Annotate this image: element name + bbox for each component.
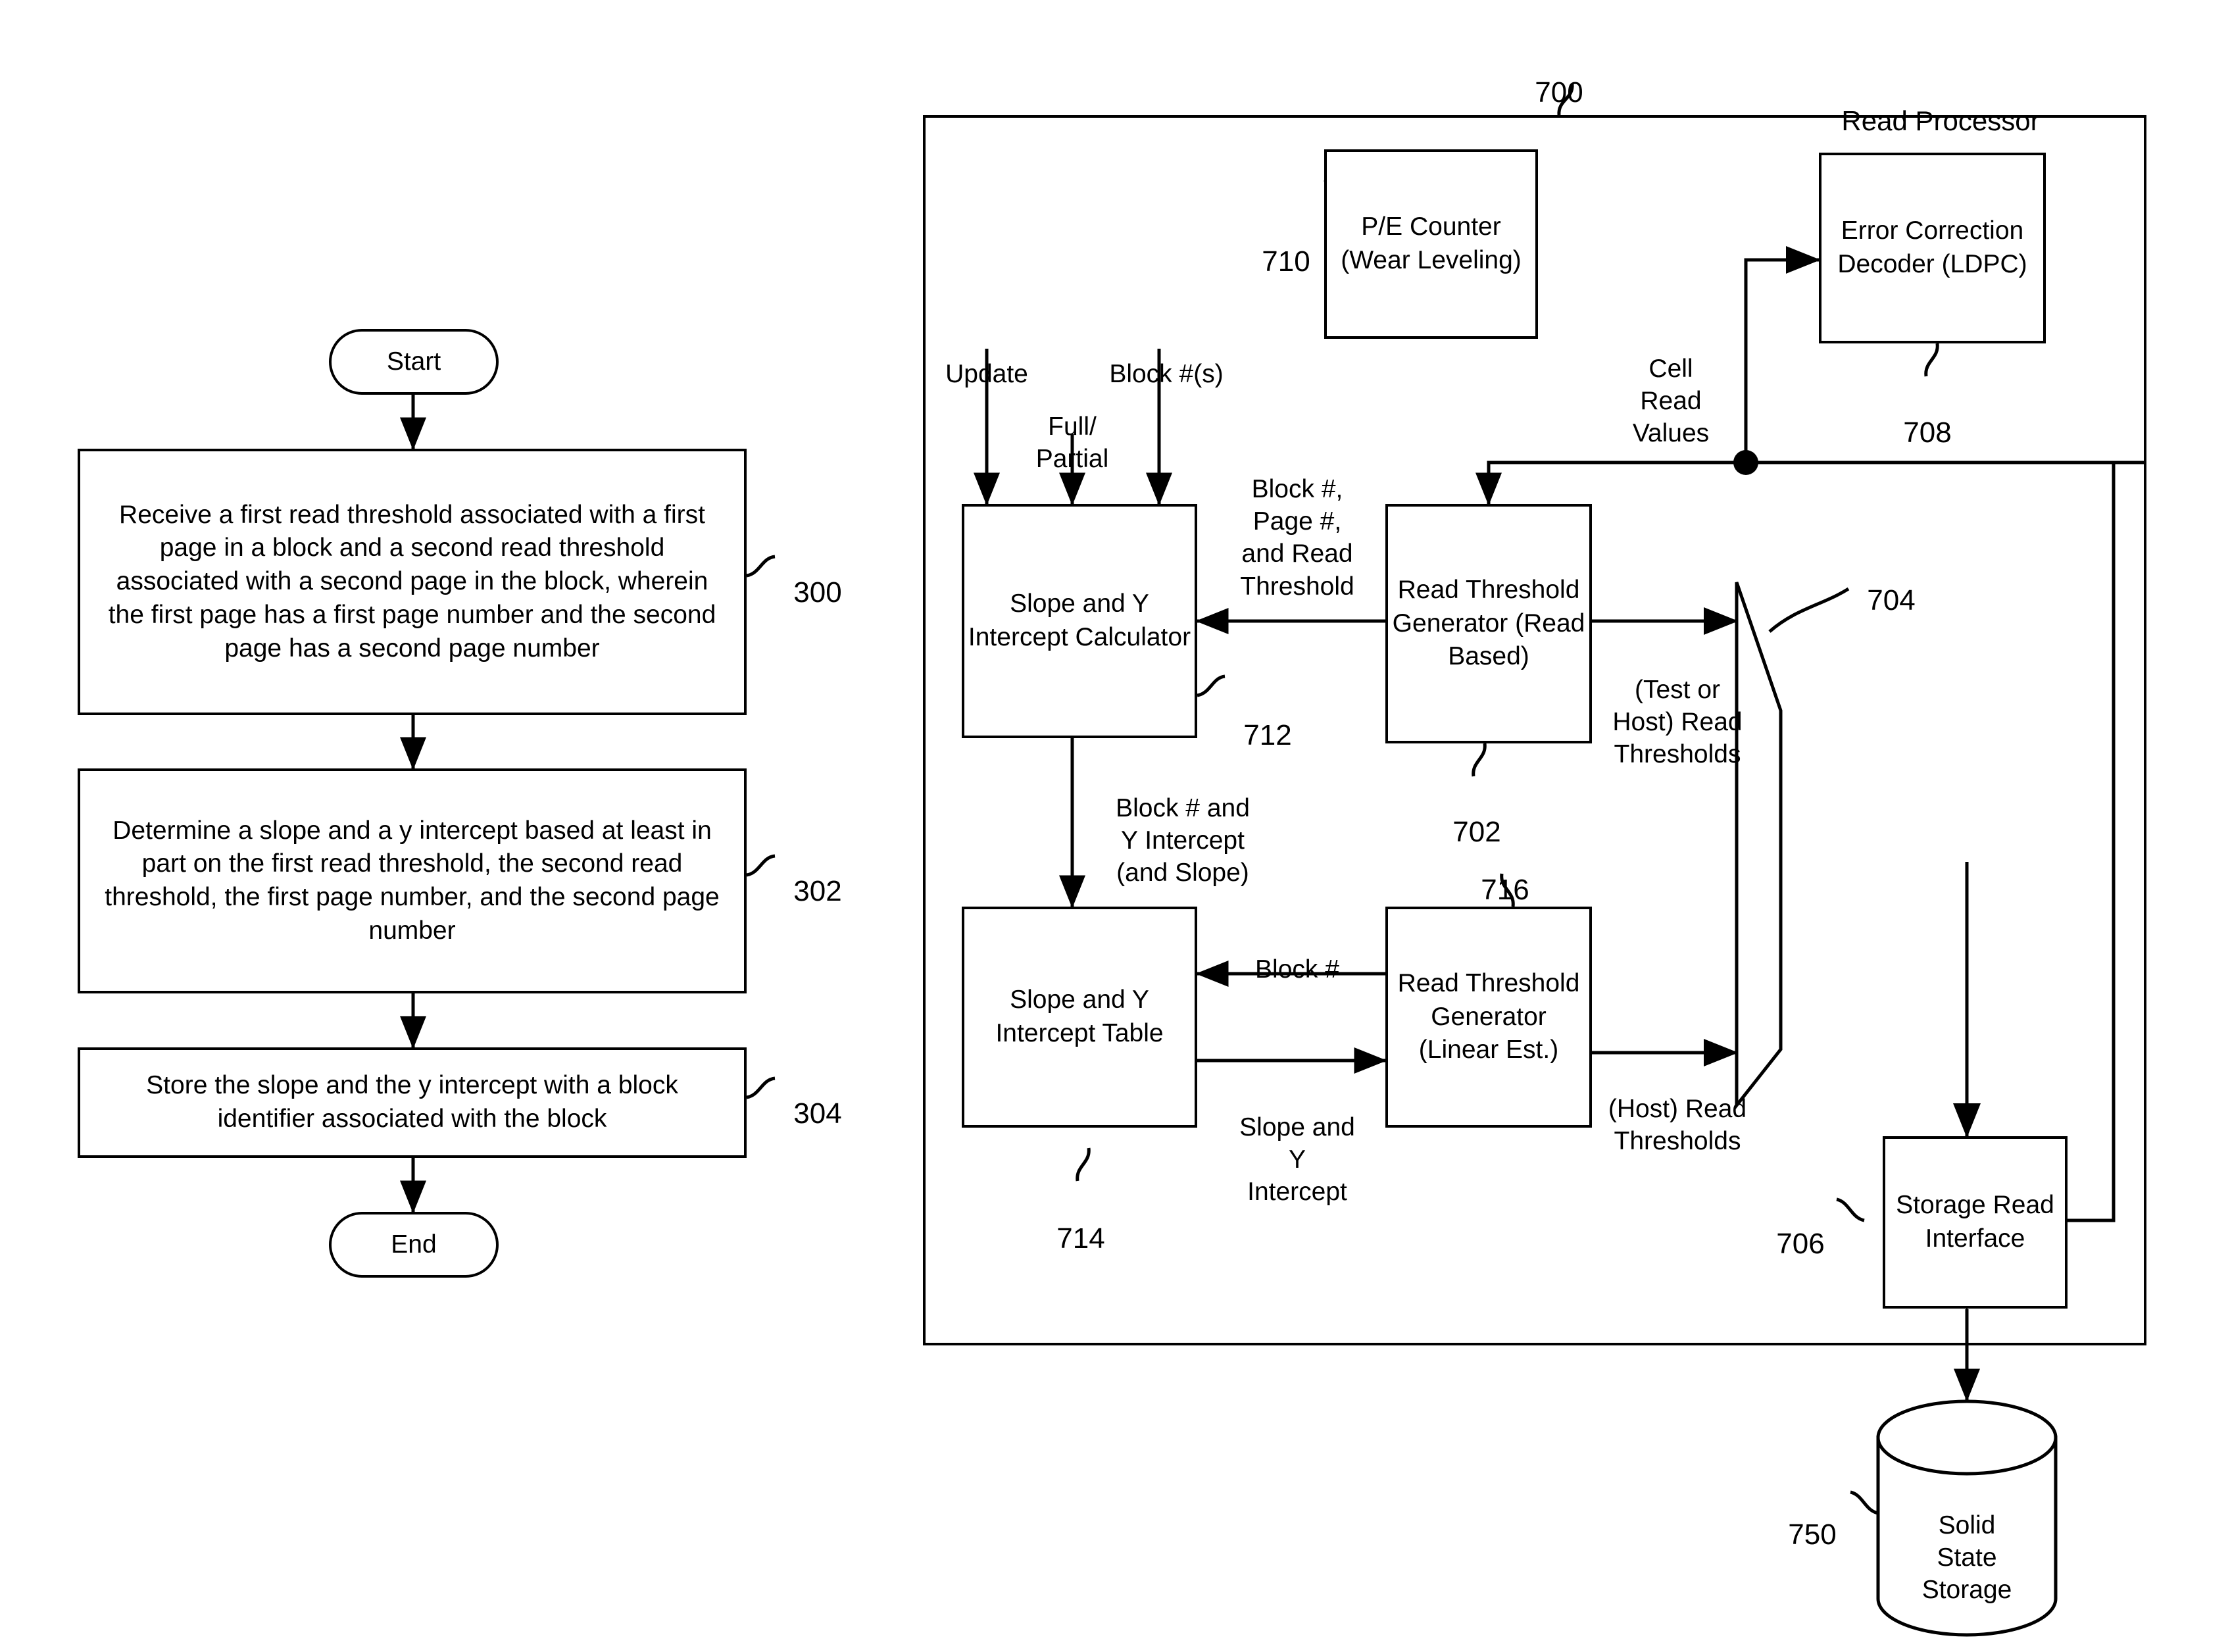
block-slope-y-intercept-calculator: Slope and Y Intercept Calculator [962,504,1197,738]
patent-figure-page: Start Receive a first read threshold ass… [0,0,2230,1652]
ref-750: 750 [1788,1518,1837,1551]
read-processor-title: Read Processor [1841,105,2040,136]
block-solid-state-storage-label: Solid State Storage [1921,1511,2012,1605]
block-error-correction-decoder: Error Correction Decoder (LDPC) [1819,153,2046,343]
flow-start-terminator: Start [329,329,499,395]
flow-step-300-label: Receive a first read threshold associate… [108,500,716,663]
block-slope-y-intercept-table-label: Slope and Y Intercept Table [995,986,1164,1047]
signal-full-partial: Full/ Partial [1035,413,1109,474]
block-slope-y-intercept-calculator-label: Slope and Y Intercept Calculator [968,589,1191,651]
ref-704: 704 [1867,584,1916,617]
block-slope-y-intercept-table: Slope and Y Intercept Table [962,907,1197,1128]
ref-708: 708 [1903,416,1952,449]
ref-304: 304 [793,1097,842,1130]
block-read-threshold-generator-linear-est-label: Read Threshold Generator (Linear Est.) [1397,968,1580,1064]
signal-test-or-host-read-thresholds: (Test or Host) Read Thresholds [1612,676,1743,769]
block-pe-counter-label: P/E Counter (Wear Leveling) [1341,213,1522,274]
ref-710: 710 [1262,245,1310,278]
block-storage-read-interface-label: Storage Read Interface [1896,1191,2054,1253]
ref-300: 300 [793,576,842,609]
ref-700: 700 [1535,76,1583,109]
block-read-threshold-generator-linear-est: Read Threshold Generator (Linear Est.) [1385,907,1592,1128]
signal-slope-and-y-intercept: Slope and Y Intercept [1239,1113,1355,1207]
flow-step-302: Determine a slope and a y intercept base… [78,768,747,993]
signal-host-read-thresholds: (Host) Read Thresholds [1608,1095,1747,1156]
ref-706: 706 [1776,1228,1825,1261]
signal-cell-read-values: Cell Read Values [1632,355,1710,448]
signal-block-page-threshold: Block #, Page #, and Read Threshold [1240,475,1354,601]
block-read-threshold-generator-read-based-label: Read Threshold Generator (Read Based) [1392,575,1585,671]
flow-end-terminator: End [329,1212,499,1278]
flow-step-304: Store the slope and the y intercept with… [78,1047,747,1158]
block-storage-read-interface: Storage Read Interface [1883,1136,2068,1309]
block-read-threshold-generator-read-based: Read Threshold Generator (Read Based) [1385,504,1592,743]
ref-716: 716 [1481,874,1529,907]
flow-step-300: Receive a first read threshold associate… [78,449,747,715]
ref-302: 302 [793,875,842,908]
flow-step-302-label: Determine a slope and a y intercept base… [105,816,720,945]
block-error-correction-decoder-label: Error Correction Decoder (LDPC) [1837,216,2027,278]
ref-712: 712 [1243,719,1292,752]
signal-block-and-y-intercept: Block # and Y Intercept (and Slope) [1116,794,1250,888]
flow-step-304-label: Store the slope and the y intercept with… [146,1071,678,1133]
flow-end-label: End [391,1230,437,1259]
ref-714: 714 [1056,1222,1105,1255]
flow-start-label: Start [386,347,441,376]
block-pe-counter: P/E Counter (Wear Leveling) [1324,149,1538,339]
signal-block-number: Block # [1255,955,1339,984]
